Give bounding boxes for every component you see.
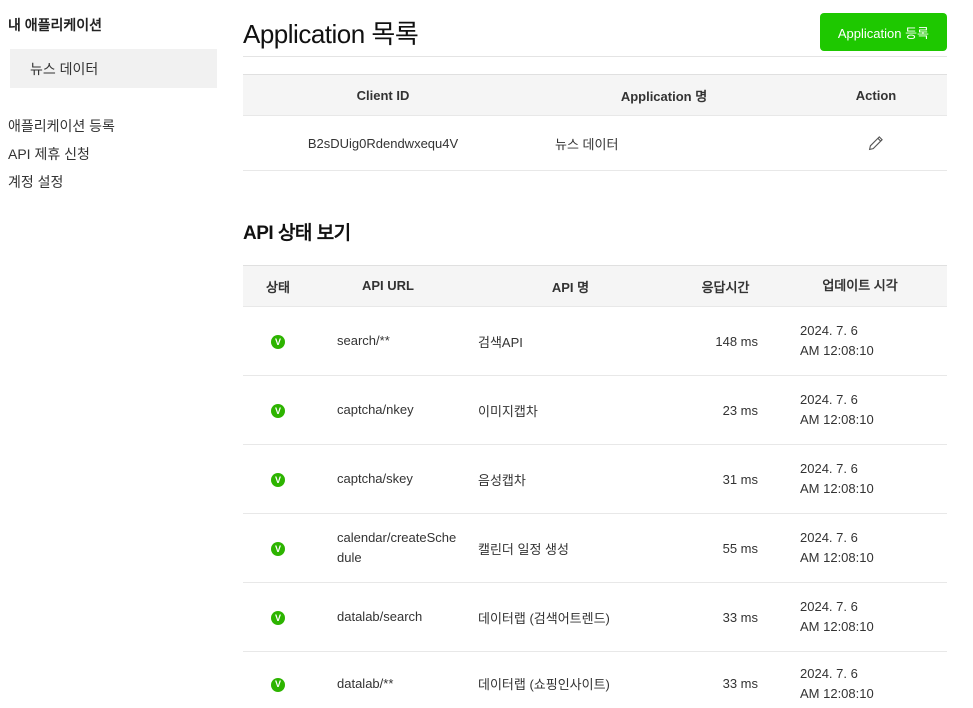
col-header-action: Action [855,87,897,103]
updated-date: 2024. 7. 6 [800,461,858,476]
status-cell: V [243,675,313,692]
sidebar-menu-item-label: 애플리케이션 등록 [8,118,115,134]
status-ok-icon: V [271,542,285,557]
updated-clock: AM 12:08:10 [800,481,874,496]
col-header-response-time: 응답시간 [701,279,750,295]
api-status-table-body: V search/** 검색API 148 ms 2024. 7. 6 AM 1… [243,307,947,708]
api-name-value: 검색API [478,334,523,350]
application-name-value: 뉴스 데이터 [555,136,619,152]
updated-clock: AM 12:08:10 [800,550,874,565]
page-title: Application 목록 [243,19,419,49]
sidebar-menu-item-label: 계정 설정 [8,174,64,190]
col-header-client-id: Client ID [356,87,410,103]
table-row: B2sDUig0Rdendwxequ4V 뉴스 데이터 [243,116,947,171]
table-row: V search/** 검색API 148 ms 2024. 7. 6 AM 1… [243,307,947,376]
response-time-value: 23 ms [722,402,758,418]
application-table: Client ID Application 명 Action B2sDUig0R… [243,74,947,171]
api-name-value: 음성캡차 [478,472,526,488]
status-cell: V [243,540,313,557]
updated-time-cell: 2024. 7. 6 AM 12:08:10 [773,321,947,361]
api-name-value: 이미지캡차 [478,403,538,419]
api-name-value: 데이터랩 (검색어트렌드) [478,610,610,626]
sidebar-menu-item[interactable]: 애플리케이션 등록 [0,112,217,140]
updated-time-cell: 2024. 7. 6 AM 12:08:10 [773,390,947,430]
status-ok-icon: V [271,335,285,350]
col-header-api-url: API URL [362,278,414,293]
updated-clock: AM 12:08:10 [800,412,874,427]
application-register-button[interactable]: Application 등록 [819,13,947,51]
sidebar: 내 애플리케이션 뉴스 데이터 애플리케이션 등록 API 제휴 신청 계정 설… [0,0,217,196]
updated-clock: AM 12:08:10 [800,619,874,634]
response-time-value: 33 ms [722,676,758,691]
api-url-value: calendar/createSchedule [337,530,457,565]
api-status-table-header: 상태 API URL API 명 응답시간 업데이트 시각 [243,265,947,307]
status-cell: V [243,333,313,350]
api-url-value: datalab/** [337,675,394,691]
page: 내 애플리케이션 뉴스 데이터 애플리케이션 등록 API 제휴 신청 계정 설… [0,0,973,708]
api-status-section-title: API 상태 보기 [243,223,351,244]
response-time-value: 31 ms [722,471,758,487]
sidebar-menu-item[interactable]: API 제휴 신청 [0,140,217,168]
status-cell: V [243,609,313,626]
table-row: V datalab/** 데이터랩 (쇼핑인사이트) 33 ms 2024. 7… [243,652,947,708]
updated-date: 2024. 7. 6 [800,599,858,614]
table-row: V datalab/search 데이터랩 (검색어트렌드) 33 ms 202… [243,583,947,652]
api-name-value: 데이터랩 (쇼핑인사이트) [478,677,610,692]
client-id-value: B2sDUig0Rdendwxequ4V [307,135,459,151]
main-content: Application 목록 Application 등록 Client ID … [243,0,947,708]
edit-application-button[interactable] [866,133,886,153]
updated-date: 2024. 7. 6 [800,665,858,681]
table-row: V calendar/createSchedule 캘린더 일정 생성 55 m… [243,514,947,583]
status-cell: V [243,402,313,419]
api-url-value: captcha/skey [337,471,413,486]
status-cell: V [243,471,313,488]
updated-date: 2024. 7. 6 [800,392,858,407]
col-header-api-name: API 명 [551,279,590,295]
application-table-header: Client ID Application 명 Action [243,74,947,116]
sidebar-menu-item[interactable]: 계정 설정 [0,168,217,196]
updated-date: 2024. 7. 6 [800,530,858,545]
sidebar-menu-item-label: API 제휴 신청 [8,146,90,162]
col-header-status: 상태 [266,279,290,295]
status-ok-icon: V [271,473,285,488]
selected-app-label: 뉴스 데이터 [30,60,99,77]
application-table-body: B2sDUig0Rdendwxequ4V 뉴스 데이터 [243,116,947,171]
updated-time-cell: 2024. 7. 6 AM 12:08:10 [773,597,947,637]
main-header: Application 목록 Application 등록 [243,0,947,57]
updated-clock: AM 12:08:10 [800,343,874,358]
response-time-value: 148 ms [715,333,758,349]
sidebar-title: 내 애플리케이션 [8,17,103,33]
updated-time-cell: 2024. 7. 6 AM 12:08:10 [773,664,947,704]
table-row: V captcha/nkey 이미지캡차 23 ms 2024. 7. 6 AM… [243,376,947,445]
status-ok-icon: V [271,677,285,692]
status-ok-icon: V [271,404,285,419]
updated-time-cell: 2024. 7. 6 AM 12:08:10 [773,528,947,568]
response-time-value: 33 ms [722,609,758,625]
col-header-application-name: Application 명 [620,88,708,104]
updated-clock: AM 12:08:10 [800,685,874,701]
api-url-value: datalab/search [337,609,423,624]
response-time-value: 55 ms [722,540,758,556]
pencil-icon [868,135,884,154]
status-ok-icon: V [271,611,285,626]
api-status-table: 상태 API URL API 명 응답시간 업데이트 시각 V search/*… [243,265,947,708]
updated-time-cell: 2024. 7. 6 AM 12:08:10 [773,459,947,499]
table-row: V captcha/skey 음성캡차 31 ms 2024. 7. 6 AM … [243,445,947,514]
api-name-value: 캘린더 일정 생성 [478,541,569,557]
api-url-value: captcha/nkey [337,402,414,417]
sidebar-menu: 애플리케이션 등록 API 제휴 신청 계정 설정 [0,112,217,196]
api-url-value: search/** [337,333,390,348]
sidebar-item-selected-app[interactable]: 뉴스 데이터 [10,49,217,88]
action-cell [805,133,947,154]
updated-date: 2024. 7. 6 [800,323,858,338]
col-header-updated-time: 업데이트 시각 [822,278,898,293]
